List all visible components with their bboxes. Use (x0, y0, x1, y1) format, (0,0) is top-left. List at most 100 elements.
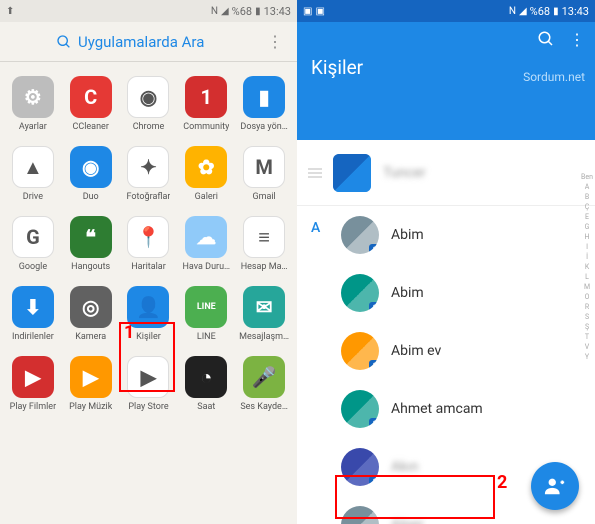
signal-icon: ◢ (221, 6, 229, 17)
app-icon: 📍 (127, 216, 169, 258)
app-duo[interactable]: ◉Duo (62, 140, 120, 210)
index-letter[interactable]: H (581, 232, 593, 242)
contact-row[interactable]: G Abim ev (297, 322, 595, 380)
pic-icon: ▣ (315, 6, 324, 17)
index-letter[interactable]: B (581, 192, 593, 202)
app-dosyayn[interactable]: ▮ Dosya yön… (235, 70, 293, 140)
app-fotoraflar[interactable]: ✦Fotoğraflar (120, 140, 178, 210)
app-icon: ▶ (127, 356, 169, 398)
app-indirilenler[interactable]: ⬇İndirilenler (4, 280, 62, 350)
app-community[interactable]: 1 Community (177, 70, 235, 140)
app-haritalar[interactable]: 📍 Haritalar (120, 210, 178, 280)
app-label: İndirilenler (12, 332, 54, 342)
battery-icon: ▮ (553, 6, 559, 17)
app-label: Hangouts (71, 262, 110, 272)
add-contact-fab[interactable] (531, 462, 579, 510)
app-label: Galeri (195, 192, 218, 202)
index-letter[interactable]: E (581, 212, 593, 222)
app-label: Community (183, 122, 229, 132)
index-letter[interactable]: K (581, 262, 593, 272)
app-hesapma[interactable]: ≡Hesap Ma… (235, 210, 293, 280)
contact-avatar: G (341, 390, 379, 428)
app-kamera[interactable]: ◎Kamera (62, 280, 120, 350)
app-label: Kamera (75, 332, 106, 342)
search-icon (56, 34, 72, 50)
app-label: Dosya yön… (240, 122, 287, 132)
app-label: Play Müzik (69, 402, 112, 412)
contact-name: Ahmet amcam (391, 401, 483, 417)
alpha-index[interactable]: BenABÇEGHIİKLMORSŞTVY (581, 172, 593, 362)
app-drive[interactable]: ▲Drive (4, 140, 62, 210)
app-label: Hava Duru… (183, 262, 231, 272)
index-letter[interactable]: Ç (581, 202, 593, 212)
app-label: Ayarlar (19, 122, 47, 132)
app-havaduru[interactable]: ☁Hava Duru… (177, 210, 235, 280)
index-letter[interactable]: A (581, 182, 593, 192)
notif-icon: ⬆ (6, 6, 14, 17)
app-icon: 1 (185, 76, 227, 118)
index-letter[interactable]: Y (581, 352, 593, 362)
app-playfilmler[interactable]: ▶ Play Filmler (4, 350, 62, 420)
app-ccleaner[interactable]: CCCleaner (62, 70, 120, 140)
app-icon: ▶ (70, 356, 112, 398)
app-label: Gmail (252, 192, 275, 202)
app-saat[interactable]: ◔Saat (177, 350, 235, 420)
app-grid: ⚙ Ayarlar CCCleaner◉Chrome1 Community ▮ Dosya… (0, 62, 297, 420)
app-mesajlam[interactable]: ✉Mesajlaşm… (235, 280, 293, 350)
section-letter: A (311, 220, 320, 236)
contact-avatar: G (341, 274, 379, 312)
index-letter[interactable]: V (581, 342, 593, 352)
clock: 13:43 (264, 5, 291, 18)
contact-row[interactable]: G Abim (297, 264, 595, 322)
app-line[interactable]: LINELINE (177, 280, 235, 350)
contact-row[interactable]: G Ahmet amcam (297, 380, 595, 438)
index-letter[interactable]: Ş (581, 322, 593, 332)
app-label: Play Filmler (10, 402, 56, 412)
index-letter[interactable]: I (581, 242, 593, 252)
signal-icon: ◢ (519, 6, 527, 17)
annotation-num-2: 2 (497, 472, 507, 493)
contact-name: Abim ev (391, 343, 441, 359)
app-icon: C (70, 76, 112, 118)
app-playstore[interactable]: ▶Play Store (120, 350, 178, 420)
index-letter[interactable]: L (581, 272, 593, 282)
index-letter[interactable]: G (581, 222, 593, 232)
search-bar[interactable]: Uygulamalarda Ara ⋮ (0, 22, 297, 62)
profile-row[interactable]: Tuncer (297, 140, 595, 206)
app-label: Drive (23, 192, 43, 202)
index-letter[interactable]: T (581, 332, 593, 342)
index-letter[interactable]: S (581, 312, 593, 322)
battery-pct: %68 (232, 5, 252, 18)
overflow-icon[interactable]: ⋮ (263, 32, 287, 51)
profile-name: Tuncer (383, 165, 426, 181)
contact-name: Abim (391, 285, 424, 301)
contact-avatar: G (341, 332, 379, 370)
contact-name: Abim (391, 227, 424, 243)
app-label: Kişiler (136, 332, 161, 342)
nfc-icon: N (211, 6, 218, 17)
app-icon: G (12, 216, 54, 258)
index-letter[interactable]: M (581, 282, 593, 292)
contact-row[interactable]: A G Abim (297, 206, 595, 264)
app-hangouts[interactable]: ❝Hangouts (62, 210, 120, 280)
app-icon: ▶ (12, 356, 54, 398)
app-icon: ✉ (243, 286, 285, 328)
app-icon: ▮ (243, 76, 285, 118)
index-letter[interactable]: R (581, 302, 593, 312)
search-icon[interactable] (537, 30, 555, 49)
app-google[interactable]: GGoogle (4, 210, 62, 280)
clock: 13:43 (562, 5, 589, 18)
overflow-icon[interactable]: ⋮ (569, 30, 585, 49)
app-seskayde[interactable]: 🎤Ses Kayde… (235, 350, 293, 420)
app-chrome[interactable]: ◉Chrome (120, 70, 178, 140)
app-gmail[interactable]: MGmail (235, 140, 293, 210)
app-label: Hesap Ma… (241, 262, 288, 272)
app-ayarlar[interactable]: ⚙ Ayarlar (4, 70, 62, 140)
index-letter[interactable]: İ (581, 252, 593, 262)
app-icon: ⚙ (12, 76, 54, 118)
index-letter[interactable]: Ben (581, 172, 593, 182)
app-label: Haritalar (131, 262, 166, 272)
index-letter[interactable]: O (581, 292, 593, 302)
app-playmzik[interactable]: ▶ Play Müzik (62, 350, 120, 420)
app-galeri[interactable]: ✿Galeri (177, 140, 235, 210)
